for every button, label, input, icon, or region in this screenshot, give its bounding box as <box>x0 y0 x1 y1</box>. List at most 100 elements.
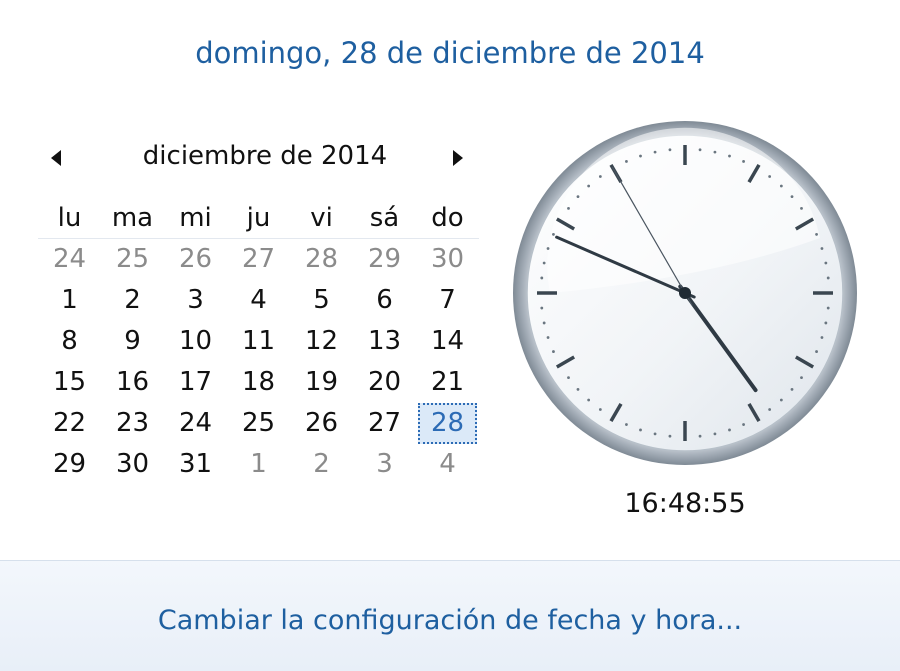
calendar-day[interactable]: 24 <box>164 403 227 444</box>
minute-dot <box>567 376 570 380</box>
calendar-day[interactable]: 14 <box>416 321 479 362</box>
calendar-grid: lu ma mi ju vi sá do 24 25 26 27 28 29 30 1 2 3 4 5 6 7 8 9 10 1… <box>38 198 479 485</box>
calendar-day[interactable]: 1 <box>227 444 290 485</box>
calendar-day[interactable]: 3 <box>164 280 227 321</box>
minute-dot <box>552 233 555 236</box>
calendar-day[interactable]: 11 <box>227 321 290 362</box>
weekday-header: ma <box>101 198 164 239</box>
weekday-header: vi <box>290 198 353 239</box>
minute-dot <box>567 206 570 210</box>
month-title[interactable]: diciembre de 2014 <box>98 141 432 171</box>
calendar-day[interactable]: 30 <box>416 239 479 280</box>
calendar-day[interactable]: 4 <box>416 444 479 485</box>
minute-dot <box>779 398 783 402</box>
calendar-day[interactable]: 16 <box>101 362 164 403</box>
footer-panel: Cambiar la configuración de fecha y hora… <box>0 560 900 671</box>
calendar-day[interactable]: 4 <box>227 280 290 321</box>
calendar-day[interactable]: 2 <box>101 280 164 321</box>
minute-dot <box>820 336 824 339</box>
calendar-day[interactable]: 12 <box>290 321 353 362</box>
minute-dot <box>668 434 672 438</box>
calendar-day[interactable]: 27 <box>227 239 290 280</box>
weekday-header: mi <box>164 198 227 239</box>
calendar-day[interactable]: 23 <box>101 403 164 444</box>
calendar-day-today[interactable]: 28 <box>418 403 477 444</box>
minute-dot <box>625 160 628 163</box>
calendar-day[interactable]: 2 <box>290 444 353 485</box>
next-month-arrow-icon[interactable] <box>446 146 470 170</box>
calendar-day[interactable]: 20 <box>353 362 416 403</box>
minute-dot <box>653 150 657 154</box>
calendar-day[interactable]: 26 <box>164 239 227 280</box>
calendar-day[interactable]: 9 <box>101 321 164 362</box>
minute-dot <box>800 206 803 210</box>
minute-dot <box>800 376 803 380</box>
minute-dot <box>540 276 544 280</box>
minute-dot <box>698 148 702 152</box>
calendar-day[interactable]: 3 <box>353 444 416 485</box>
calendar-day[interactable]: 29 <box>38 444 101 485</box>
minute-dot <box>546 247 550 250</box>
minute-dot <box>820 247 824 250</box>
minute-dot <box>768 175 772 178</box>
calendar-day[interactable]: 31 <box>164 444 227 485</box>
calendar-day[interactable]: 28 <box>290 239 353 280</box>
full-date-link[interactable]: domingo, 28 de diciembre de 2014 <box>0 36 900 70</box>
minute-dot <box>540 306 544 310</box>
weekday-header: lu <box>38 198 101 239</box>
minute-dot <box>728 154 731 158</box>
calendar-day[interactable]: 25 <box>227 403 290 444</box>
calendar-day[interactable]: 15 <box>38 362 101 403</box>
calendar-day[interactable]: 29 <box>353 239 416 280</box>
minute-dot <box>668 148 672 152</box>
calendar-day[interactable]: 1 <box>38 280 101 321</box>
minute-dot <box>815 233 818 236</box>
minute-dot <box>653 432 657 436</box>
minute-dot <box>625 423 628 426</box>
minute-dot <box>742 160 745 163</box>
minute-dot <box>576 195 580 199</box>
calendar-day[interactable]: 22 <box>38 403 101 444</box>
calendar-day[interactable]: 6 <box>353 280 416 321</box>
calendar-day[interactable]: 30 <box>101 444 164 485</box>
weekday-header: ju <box>227 198 290 239</box>
minute-dot <box>639 154 642 158</box>
minute-dot <box>713 150 717 154</box>
minute-dot <box>790 195 794 199</box>
minute-dot <box>826 306 830 310</box>
weekday-header: do <box>416 198 479 239</box>
calendar-day[interactable]: 19 <box>290 362 353 403</box>
calendar-day[interactable]: 26 <box>290 403 353 444</box>
calendar-day[interactable]: 10 <box>164 321 227 362</box>
calendar-day[interactable]: 5 <box>290 280 353 321</box>
minute-dot <box>824 261 828 265</box>
minute-dot <box>542 261 546 265</box>
minute-dot <box>768 408 772 411</box>
minute-dot <box>824 321 828 325</box>
calendar-day[interactable]: 17 <box>164 362 227 403</box>
minute-dot <box>826 276 830 280</box>
calendar-day[interactable]: 21 <box>416 362 479 403</box>
minute-dot <box>815 350 818 353</box>
minute-dot <box>742 423 745 426</box>
minute-dot <box>728 428 731 432</box>
clock-hub <box>679 287 691 299</box>
minute-dot <box>790 387 794 391</box>
digital-time: 16:48:55 <box>624 488 746 519</box>
minute-dot <box>546 336 550 339</box>
calendar-day[interactable]: 13 <box>353 321 416 362</box>
calendar-day[interactable]: 7 <box>416 280 479 321</box>
minute-dot <box>598 175 602 178</box>
minute-dot <box>576 387 580 391</box>
prev-month-arrow-icon[interactable] <box>44 146 68 170</box>
calendar-day[interactable]: 27 <box>353 403 416 444</box>
calendar-day[interactable]: 24 <box>38 239 101 280</box>
minute-dot <box>587 398 591 402</box>
minute-dot <box>542 321 546 325</box>
calendar-day[interactable]: 25 <box>101 239 164 280</box>
minute-dot <box>552 350 555 353</box>
change-datetime-settings-link[interactable]: Cambiar la configuración de fecha y hora… <box>0 605 900 636</box>
calendar-day[interactable]: 8 <box>38 321 101 362</box>
minute-dot <box>779 184 783 188</box>
calendar-day[interactable]: 18 <box>227 362 290 403</box>
